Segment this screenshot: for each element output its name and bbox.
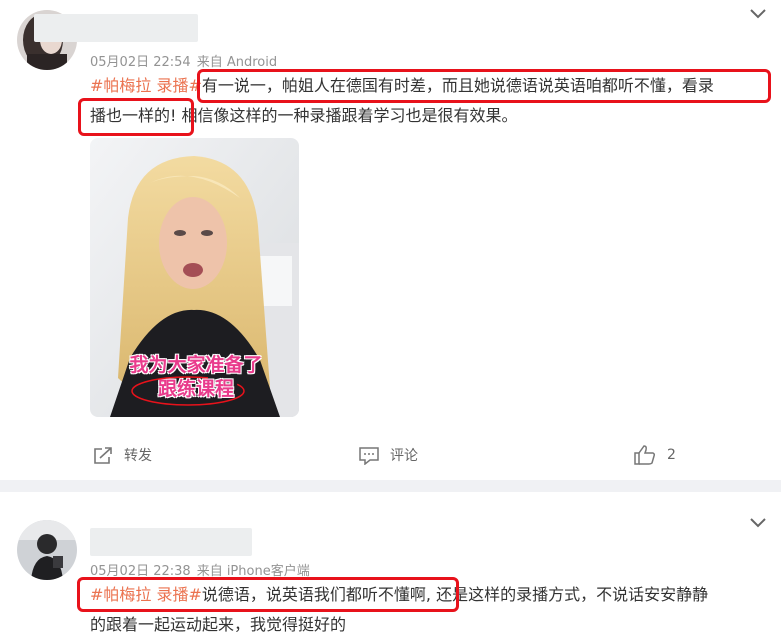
post-card: 05月02日 22:38 来自 iPhone客户端 #帕梅拉 录播#说德语，说英语… — [0, 492, 781, 643]
like-button[interactable]: 2 — [633, 440, 676, 470]
highlight-box — [77, 577, 459, 612]
forward-button[interactable]: 转发 — [92, 440, 152, 470]
post-text: 相信像这样的一种录播跟着学习也是很有效果。 — [181, 106, 518, 125]
like-count: 2 — [667, 447, 676, 463]
post-text: 还是这样的录播方式，不说话安安静静 — [436, 585, 709, 604]
post-meta: 05月02日 22:54 来自 Android — [90, 51, 283, 70]
chevron-down-icon[interactable] — [749, 517, 767, 529]
comment-icon — [359, 447, 379, 465]
post-text: 的跟着一起运动起来，我觉得挺好的 — [90, 615, 347, 634]
comment-label: 评论 — [390, 448, 418, 464]
username-redacted — [34, 14, 198, 42]
hashtag-link[interactable]: #帕梅拉 录播# — [90, 76, 202, 95]
thumbs-up-icon — [634, 445, 656, 465]
forward-label: 转发 — [124, 448, 152, 464]
post-image[interactable]: 我为大家准备了 跟练课程 — [90, 138, 299, 417]
avatar[interactable] — [17, 520, 77, 580]
post-separator — [0, 480, 781, 492]
post-time[interactable]: 05月02日 22:54 — [90, 55, 191, 70]
comment-button[interactable]: 评论 — [358, 440, 418, 470]
post-actions: 转发 评论 2 — [0, 440, 781, 470]
highlight-box — [197, 69, 771, 103]
post-source: 来自 Android — [196, 55, 278, 70]
highlight-box — [78, 98, 194, 136]
post-text-line-2: 的跟着一起运动起来，我觉得挺好的 — [90, 610, 346, 640]
username-redacted — [90, 528, 252, 556]
post-card: 05月02日 22:54 来自 Android #帕梅拉 录播#有一说一，帕姐人在… — [0, 0, 781, 480]
chevron-down-icon[interactable] — [749, 8, 767, 20]
forward-icon — [94, 447, 112, 464]
